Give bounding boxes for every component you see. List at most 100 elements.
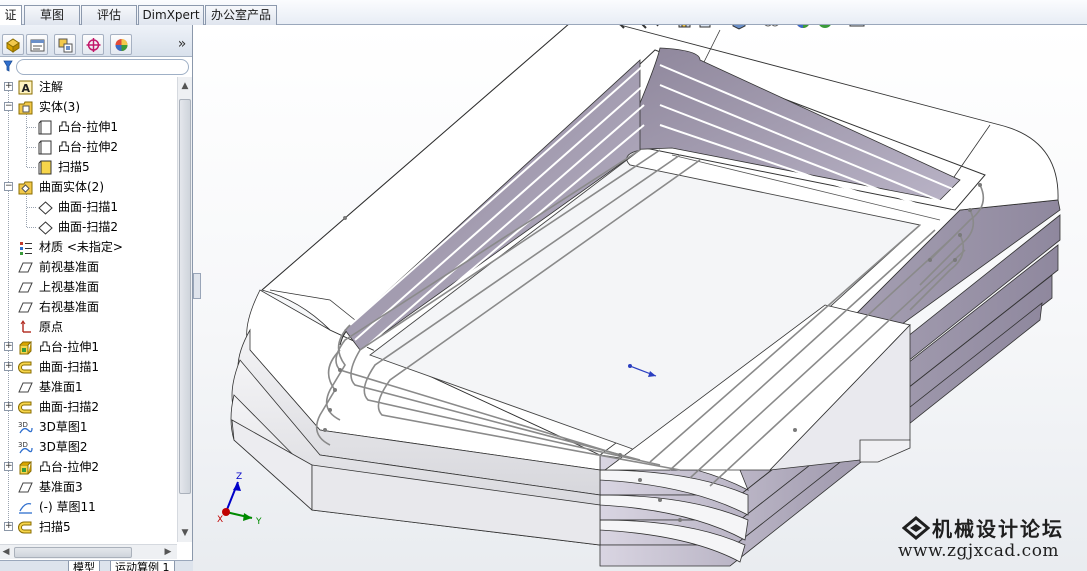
expander-plus[interactable]: +	[4, 462, 13, 471]
tree-node-3d-sketch2[interactable]: 3D 3D草图2	[0, 437, 177, 457]
display-style-icon[interactable]	[730, 25, 760, 30]
3d-sketch-icon: 3D	[18, 441, 33, 454]
dimxpert-manager-tab[interactable]	[82, 34, 104, 55]
solid-body-selected-icon	[38, 160, 52, 175]
solid-body-icon	[38, 140, 52, 155]
surface-body-icon	[38, 201, 53, 215]
plane-icon	[18, 302, 33, 313]
configuration-manager-tab[interactable]	[54, 34, 76, 55]
triad-x-label: X	[217, 515, 223, 525]
material-icon	[20, 242, 32, 255]
solid-body-icon	[38, 120, 52, 135]
tab-office-products[interactable]: 办公室产品	[205, 5, 277, 25]
tree-node-surface-bodies[interactable]: − 曲面实体(2)	[0, 177, 177, 197]
watermark-url: www.zgjxcad.com	[898, 541, 1060, 561]
tree-node-origin[interactable]: 原点	[0, 317, 177, 337]
sweep-icon	[18, 521, 32, 534]
tree-node-surface-sweep1-body[interactable]: 曲面-扫描1	[0, 197, 177, 217]
tab-features[interactable]: 证	[0, 5, 22, 25]
svg-text:3D: 3D	[18, 421, 28, 429]
forum-watermark: 机械设计论坛 www.zgjxcad.com	[896, 513, 1086, 569]
feature-tree: + A 注解 − 实体(3) 凸台-拉伸1 凸台-拉伸2 扫描5 − 曲面实体(…	[0, 77, 177, 542]
expander-plus[interactable]: +	[4, 342, 13, 351]
tree-node-right-plane[interactable]: 右视基准面	[0, 297, 177, 317]
feature-manager-panel: » + A 注解 − 实体(3) 凸台-拉伸1 凸台-拉伸2 扫描5 − 曲面实…	[0, 25, 193, 571]
tree-node-boss-extrude2[interactable]: + 凸台-拉伸2	[0, 457, 177, 477]
property-manager-tab[interactable]	[26, 34, 48, 55]
zoom-to-area-icon[interactable]	[630, 25, 648, 30]
view-settings-icon[interactable]	[848, 25, 878, 30]
panel-more-button[interactable]: »	[174, 34, 190, 54]
configuration-manager-icon	[58, 38, 73, 53]
plane-icon	[18, 282, 33, 293]
scroll-down-arrow[interactable]: ▼	[180, 528, 190, 538]
plane-icon	[18, 482, 33, 493]
section-view-icon[interactable]	[676, 25, 694, 30]
tree-node-surface-sweep2-body[interactable]: 曲面-扫描2	[0, 217, 177, 237]
svg-text:A: A	[22, 82, 31, 95]
expander-minus[interactable]: −	[4, 102, 13, 111]
extrude-icon	[19, 341, 33, 355]
surface-sweep-icon	[18, 361, 32, 374]
previous-view-icon[interactable]	[654, 25, 672, 30]
tree-node-plane1[interactable]: 基准面1	[0, 377, 177, 397]
zoom-to-fit-icon[interactable]	[608, 25, 626, 30]
tree-node-material[interactable]: 材质 <未指定>	[0, 237, 177, 257]
scroll-up-arrow[interactable]: ▲	[180, 81, 190, 91]
panel-splitter-handle[interactable]	[193, 273, 201, 299]
tree-node-surface-sweep1[interactable]: + 曲面-扫描1	[0, 357, 177, 377]
apply-scene-icon[interactable]	[816, 25, 846, 30]
solidworks-window: 证 草图 评估 DimXpert 办公室产品 » + A 注解 − 实体(3) …	[0, 0, 1087, 571]
tree-filter	[0, 58, 192, 76]
tree-node-top-plane[interactable]: 上视基准面	[0, 277, 177, 297]
tree-horizontal-scrollbar[interactable]: ◀ ▶	[0, 544, 177, 559]
svg-text:3D: 3D	[18, 441, 28, 449]
graphics-area[interactable]: Z Y X	[193, 25, 1087, 571]
tree-node-surface-sweep2[interactable]: + 曲面-扫描2	[0, 397, 177, 417]
filter-icon[interactable]	[3, 60, 13, 72]
expander-minus[interactable]: −	[4, 182, 13, 191]
model-tabs: 模型 运动算例 1	[0, 560, 193, 571]
expander-plus[interactable]: +	[4, 522, 13, 531]
display-manager-icon	[115, 39, 128, 51]
scroll-thumb[interactable]	[179, 99, 191, 494]
annotation-icon: A	[18, 80, 33, 95]
expander-plus[interactable]: +	[4, 362, 13, 371]
plane-icon	[18, 262, 33, 273]
coil-model[interactable]: Z Y X	[193, 25, 1087, 571]
solid-bodies-folder-icon	[18, 101, 33, 115]
scroll-right-arrow[interactable]: ▶	[163, 547, 173, 557]
edit-appearance-icon[interactable]	[794, 25, 812, 30]
tree-node-annotations[interactable]: + A 注解	[0, 77, 177, 97]
expander-plus[interactable]: +	[4, 402, 13, 411]
tree-node-3d-sketch1[interactable]: 3D 3D草图1	[0, 417, 177, 437]
filter-input[interactable]	[16, 59, 189, 75]
display-manager-tab[interactable]	[110, 34, 132, 55]
tree-node-boss-extrude1[interactable]: + 凸台-拉伸1	[0, 337, 177, 357]
dimxpert-icon	[86, 38, 101, 52]
scroll-left-arrow[interactable]: ◀	[1, 547, 11, 557]
tree-node-front-plane[interactable]: 前视基准面	[0, 257, 177, 277]
tree-node-body-extrude1[interactable]: 凸台-拉伸1	[0, 117, 177, 137]
tab-dimxpert[interactable]: DimXpert	[138, 5, 204, 25]
tree-node-plane3[interactable]: 基准面3	[0, 477, 177, 497]
origin-icon	[20, 320, 31, 333]
hide-show-items-icon[interactable]	[762, 25, 792, 30]
scroll-thumb[interactable]	[14, 547, 132, 558]
tree-vertical-scrollbar[interactable]: ▲ ▼	[177, 77, 192, 542]
expander-plus[interactable]: +	[4, 82, 13, 91]
feature-manager-tab[interactable]	[2, 34, 24, 55]
tree-node-body-sweep5[interactable]: 扫描5	[0, 157, 177, 177]
view-triad[interactable]: Z Y X	[217, 472, 262, 527]
tab-motion-study[interactable]: 运动算例 1	[110, 561, 175, 571]
tree-node-sketch11[interactable]: (-) 草图11	[0, 497, 177, 517]
tree-node-solid-bodies[interactable]: − 实体(3)	[0, 97, 177, 117]
tree-node-sweep5[interactable]: + 扫描5	[0, 517, 177, 537]
tab-sketch[interactable]: 草图	[24, 5, 80, 25]
tab-evaluate[interactable]: 评估	[81, 5, 137, 25]
view-orientation-icon[interactable]	[698, 25, 728, 30]
tab-model[interactable]: 模型	[68, 561, 100, 571]
sketch-icon	[19, 503, 32, 514]
extrude-icon	[19, 461, 33, 475]
tree-node-body-extrude2[interactable]: 凸台-拉伸2	[0, 137, 177, 157]
